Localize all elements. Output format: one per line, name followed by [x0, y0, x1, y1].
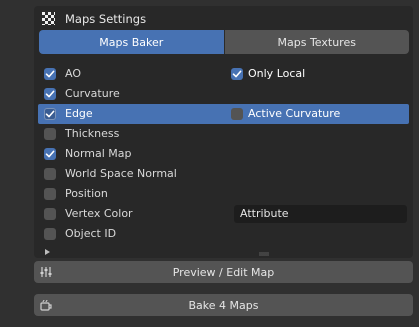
- only-local-label: Only Local: [248, 67, 306, 80]
- normal-map-label: Normal Map: [65, 147, 132, 160]
- map-row-object-id: Object ID: [38, 224, 409, 244]
- world-space-normal-label: World Space Normal: [65, 167, 177, 180]
- bake-icon: [40, 299, 52, 311]
- ao-label: AO: [65, 67, 81, 80]
- preview-edit-map-label: Preview / Edit Map: [172, 265, 275, 279]
- curvature-label: Curvature: [65, 87, 120, 100]
- object-id-label: Object ID: [65, 227, 117, 240]
- vertex-color-attribute-field[interactable]: Attribute: [234, 205, 407, 223]
- checkmark-icon: [45, 150, 55, 158]
- map-row-vertex-color: Vertex Color Attribute: [38, 204, 409, 224]
- checker-icon: [42, 12, 55, 25]
- thickness-label: Thickness: [65, 127, 120, 140]
- map-row-thickness: Thickness: [38, 124, 409, 144]
- maps-tabs: Maps Baker Maps Textures: [39, 30, 409, 54]
- vertex-color-checkbox[interactable]: [44, 208, 56, 220]
- preview-edit-map-button[interactable]: Preview / Edit Map: [34, 261, 413, 283]
- active-curvature-checkbox[interactable]: [231, 108, 243, 120]
- bake-maps-label: Bake 4 Maps: [188, 298, 259, 312]
- thickness-checkbox[interactable]: [44, 128, 56, 140]
- panel-title: Maps Settings: [65, 12, 147, 26]
- checkmark-icon: [45, 90, 55, 98]
- bake-maps-button[interactable]: Bake 4 Maps: [34, 294, 413, 316]
- map-row-normal-map: Normal Map: [38, 144, 409, 164]
- curvature-checkbox[interactable]: [44, 88, 56, 100]
- active-curvature-label: Active Curvature: [248, 107, 341, 120]
- edge-checkbox[interactable]: [44, 108, 56, 120]
- position-label: Position: [65, 187, 108, 200]
- checkmark-icon: [45, 70, 55, 78]
- map-row-position: Position: [38, 184, 409, 204]
- tab-maps-baker[interactable]: Maps Baker: [39, 30, 225, 54]
- edge-label: Edge: [65, 107, 93, 120]
- resize-grip-icon[interactable]: [259, 252, 269, 256]
- object-id-checkbox[interactable]: [44, 228, 56, 240]
- sliders-icon: [40, 267, 52, 277]
- panel-header[interactable]: Maps Settings: [34, 6, 413, 31]
- attribute-field-value: Attribute: [240, 207, 289, 220]
- position-checkbox[interactable]: [44, 188, 56, 200]
- map-row-world-space-normal: World Space Normal: [38, 164, 409, 184]
- vertex-color-label: Vertex Color: [65, 207, 133, 220]
- maps-settings-panel: Maps Settings Maps Baker Maps Textures A…: [34, 6, 413, 258]
- checkmark-icon: [232, 70, 242, 78]
- checkmark-icon: [45, 110, 55, 118]
- ao-checkbox[interactable]: [44, 68, 56, 80]
- expand-arrow-icon[interactable]: [45, 249, 50, 255]
- world-space-normal-checkbox[interactable]: [44, 168, 56, 180]
- only-local-checkbox[interactable]: [231, 68, 243, 80]
- map-row-curvature: Curvature: [38, 84, 409, 104]
- map-row-edge[interactable]: Edge Active Curvature: [38, 104, 409, 124]
- maps-settings-window: Maps Settings Maps Baker Maps Textures A…: [0, 0, 419, 327]
- normal-map-checkbox[interactable]: [44, 148, 56, 160]
- map-row-ao: AO Only Local: [38, 64, 409, 84]
- tab-maps-textures[interactable]: Maps Textures: [224, 30, 409, 54]
